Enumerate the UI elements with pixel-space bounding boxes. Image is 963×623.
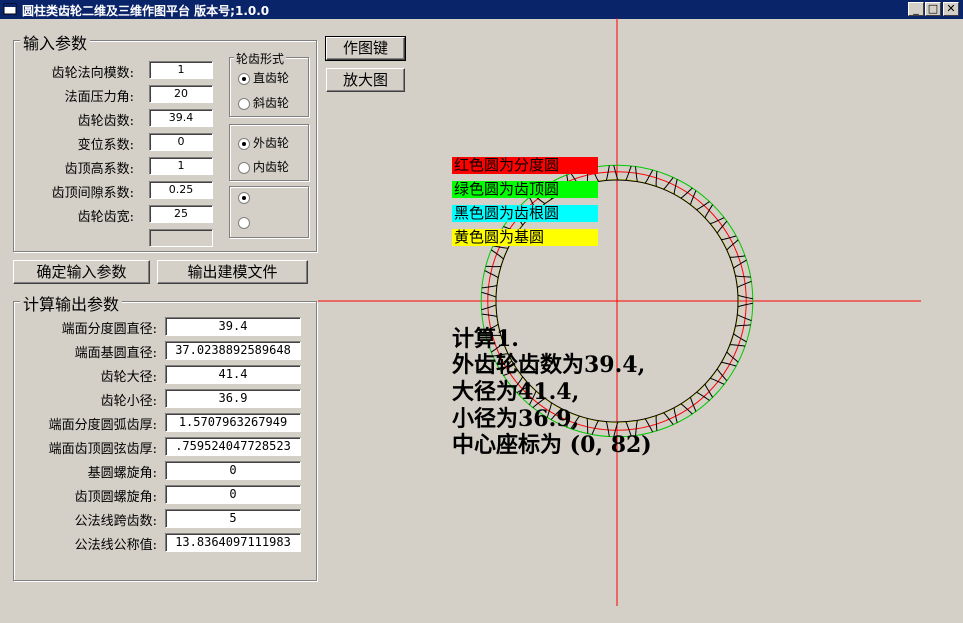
addendum-coef-label: 齿顶高系数: — [64, 162, 134, 177]
span-teeth-output[interactable]: 5 — [165, 509, 301, 528]
tip-chord-thickness-output[interactable]: .759524047728523 — [165, 437, 301, 456]
tip-diameter-output[interactable]: 41.4 — [165, 365, 301, 384]
legend-root-text: 黑色圆为齿根圆 — [454, 204, 560, 222]
tooth-form-title: 轮齿形式 — [234, 50, 287, 67]
tip-helix-angle-output[interactable]: 0 — [165, 485, 301, 504]
tip-diameter-label: 齿轮大径: — [100, 370, 157, 385]
helical-gear-label: 斜齿轮 — [253, 96, 290, 110]
addendum-coef-input[interactable]: 1 — [149, 157, 213, 175]
window-title: 圆柱类齿轮二维及三维作图平台 版本号;1.0.0 — [22, 4, 270, 18]
app-window-icon — [3, 3, 17, 15]
radio-checked-icon — [238, 72, 250, 85]
internal-gear-radio[interactable]: 内齿轮 — [238, 158, 289, 175]
pressure-angle-input[interactable]: 20 — [149, 85, 213, 103]
legend-tip-circle: 绿色圆为齿顶圆 — [452, 181, 598, 198]
teeth-count-input[interactable]: 39.4 — [149, 109, 213, 127]
base-helix-angle-output[interactable]: 0 — [165, 461, 301, 480]
legend-pitch-text: 红色圆为分度圆 — [454, 156, 560, 174]
export-model-button[interactable]: 输出建模文件 — [157, 260, 308, 284]
radio-checked-icon — [238, 191, 250, 204]
helical-gear-radio[interactable]: 斜齿轮 — [238, 94, 289, 111]
shift-coef-input[interactable]: 0 — [149, 133, 213, 151]
tip-chord-thickness-label: 端面齿顶圆弦齿厚: — [48, 442, 157, 457]
span-measurement-label: 公法线公称值: — [74, 538, 157, 553]
confirm-input-button[interactable]: 确定输入参数 — [13, 260, 150, 284]
pitch-diameter-output[interactable]: 39.4 — [165, 317, 301, 336]
legend-pitch-circle: 红色圆为分度圆 — [452, 157, 598, 174]
root-diameter-label: 齿轮小径: — [100, 394, 157, 409]
base-helix-angle-label: 基圆螺旋角: — [87, 466, 157, 481]
base-diameter-output[interactable]: 37.0238892589648 — [165, 341, 301, 360]
external-gear-label: 外齿轮 — [253, 136, 290, 150]
face-width-label: 齿轮齿宽: — [77, 210, 134, 225]
calc-line-3: 大径为41.4, — [452, 379, 580, 405]
spur-gear-radio[interactable]: 直齿轮 — [238, 69, 289, 86]
legend-base-circle: 黄色圆为基圆 — [452, 229, 598, 246]
teeth-count-label: 齿轮齿数: — [77, 114, 134, 129]
legend-base-text: 黄色圆为基圆 — [454, 228, 545, 246]
clearance-coef-input[interactable]: 0.25 — [149, 181, 213, 199]
calc-line-2: 外齿轮齿数为39.4, — [452, 352, 646, 378]
radio-unchecked-icon — [238, 216, 250, 229]
root-diameter-output[interactable]: 36.9 — [165, 389, 301, 408]
base-diameter-label: 端面基圆直径: — [74, 346, 157, 361]
pitch-diameter-label: 端面分度圆直径: — [61, 322, 157, 337]
legend-root-circle: 黑色圆为齿根圆 — [452, 205, 598, 222]
helix-angle-input[interactable] — [149, 229, 213, 247]
output-params-title: 计算输出参数 — [20, 291, 123, 315]
external-gear-radio[interactable]: 外齿轮 — [238, 134, 289, 151]
clearance-coef-label: 齿顶间隙系数: — [51, 186, 134, 201]
radio-checked-icon — [238, 137, 250, 150]
radio-unchecked-icon — [238, 97, 250, 110]
legend-tip-text: 绿色圆为齿顶圆 — [454, 180, 560, 198]
input-params-title: 输入参数 — [20, 30, 91, 54]
face-width-input[interactable]: 25 — [149, 205, 213, 223]
pitch-arc-thickness-output[interactable]: 1.5707963267949 — [165, 413, 301, 432]
tip-helix-angle-label: 齿顶圆螺旋角: — [74, 490, 157, 505]
module-input[interactable]: 1 — [149, 61, 213, 79]
span-teeth-label: 公法线跨齿数: — [74, 514, 157, 529]
module-label: 齿轮法向模数: — [51, 66, 134, 81]
spur-gear-label: 直齿轮 — [253, 71, 290, 85]
internal-gear-label: 内齿轮 — [253, 160, 290, 174]
radio-unchecked-icon — [238, 161, 250, 174]
gear-drawing-canvas — [318, 18, 921, 606]
option-radio-1[interactable] — [238, 190, 253, 204]
span-measurement-output[interactable]: 13.8364097111983 — [165, 533, 301, 552]
shift-coef-label: 变位系数: — [77, 138, 134, 153]
pressure-angle-label: 法面压力角: — [64, 90, 134, 105]
calc-line-1: 计算1. — [452, 326, 519, 352]
calc-line-4: 小径为36.9, — [452, 406, 580, 432]
pitch-arc-thickness-label: 端面分度圆弧齿厚: — [48, 418, 157, 433]
option-radio-2[interactable] — [238, 215, 253, 229]
calc-line-5: 中心座标为 (0, 82) — [452, 432, 652, 458]
